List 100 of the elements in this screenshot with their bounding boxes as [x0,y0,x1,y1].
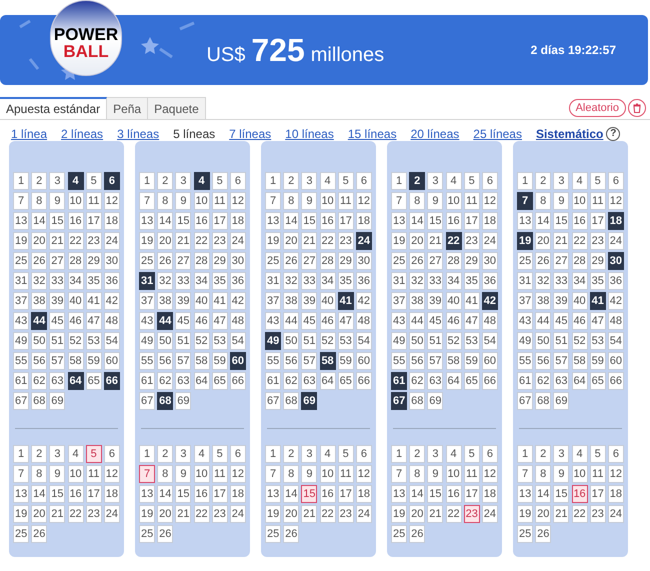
number-cell[interactable]: 12 [230,465,246,483]
line-option[interactable]: 1 línea [11,124,48,142]
number-cell[interactable]: 49 [265,332,282,350]
number-cell[interactable]: 7 [265,192,282,210]
number-cell[interactable]: 64 [194,372,210,390]
number-cell[interactable]: 57 [49,352,66,370]
number-cell[interactable]: 9 [49,465,66,483]
number-cell[interactable]: 2 [283,172,300,190]
number-cell[interactable]: 10 [572,465,588,483]
number-cell[interactable]: 57 [427,352,444,370]
number-cell[interactable]: 39 [553,292,570,310]
number-cell[interactable]: 3 [301,172,318,190]
number-cell[interactable]: 50 [283,332,300,350]
number-cell[interactable]: 19 [517,505,534,523]
number-cell[interactable]: 26 [157,252,174,270]
number-cell[interactable]: 11 [86,192,102,210]
number-cell[interactable]: 16 [572,485,588,503]
number-cell[interactable]: 8 [31,465,48,483]
number-cell[interactable]: 7 [139,192,156,210]
line-option[interactable]: 5 líneas [173,124,216,142]
number-cell[interactable]: 55 [265,352,282,370]
number-cell[interactable]: 67 [139,392,156,410]
number-cell[interactable]: 34 [320,272,336,290]
number-cell[interactable]: 41 [590,292,606,310]
number-cell[interactable]: 61 [13,372,30,390]
number-cell[interactable]: 46 [572,312,588,330]
number-cell[interactable]: 22 [320,505,336,523]
number-cell[interactable]: 12 [104,192,120,210]
number-cell[interactable]: 14 [157,485,174,503]
number-cell[interactable]: 52 [68,332,84,350]
number-cell[interactable]: 22 [194,232,210,250]
number-cell[interactable]: 56 [31,352,48,370]
number-cell[interactable]: 5 [590,445,606,463]
number-cell[interactable]: 17 [464,212,480,230]
number-cell[interactable]: 1 [265,445,282,463]
number-cell[interactable]: 49 [139,332,156,350]
number-cell[interactable]: 62 [283,372,300,390]
number-cell[interactable]: 1 [139,445,156,463]
number-cell[interactable]: 54 [482,332,498,350]
number-cell[interactable]: 15 [427,485,444,503]
number-cell[interactable]: 4 [320,445,336,463]
number-cell[interactable]: 36 [608,272,624,290]
number-cell[interactable]: 26 [31,525,48,543]
number-cell[interactable]: 16 [446,485,462,503]
number-cell[interactable]: 39 [49,292,66,310]
number-cell[interactable]: 18 [608,485,624,503]
number-cell[interactable]: 53 [212,332,228,350]
tab[interactable]: Paquete [148,97,206,119]
number-cell[interactable]: 3 [427,445,444,463]
number-cell[interactable]: 48 [608,312,624,330]
number-cell[interactable]: 25 [139,525,156,543]
number-cell[interactable]: 15 [49,212,66,230]
number-cell[interactable]: 32 [283,272,300,290]
number-cell[interactable]: 24 [104,232,120,250]
number-cell[interactable]: 63 [427,372,444,390]
number-cell[interactable]: 13 [139,212,156,230]
number-cell[interactable]: 37 [391,292,408,310]
number-cell[interactable]: 29 [212,252,228,270]
number-cell[interactable]: 7 [265,465,282,483]
number-cell[interactable]: 5 [338,445,354,463]
number-cell[interactable]: 34 [446,272,462,290]
number-cell[interactable]: 20 [157,232,174,250]
number-cell[interactable]: 49 [391,332,408,350]
line-option[interactable]: 20 líneas [410,124,460,142]
number-cell[interactable]: 45 [427,312,444,330]
number-cell[interactable]: 15 [49,485,66,503]
number-cell[interactable]: 52 [320,332,336,350]
number-cell[interactable]: 34 [194,272,210,290]
number-cell[interactable]: 2 [31,445,48,463]
number-cell[interactable]: 8 [409,465,426,483]
number-cell[interactable]: 36 [230,272,246,290]
number-cell[interactable]: 39 [301,292,318,310]
number-cell[interactable]: 60 [356,352,372,370]
number-cell[interactable]: 48 [482,312,498,330]
number-cell[interactable]: 12 [608,192,624,210]
number-cell[interactable]: 2 [157,172,174,190]
number-cell[interactable]: 6 [482,172,498,190]
number-cell[interactable]: 9 [427,465,444,483]
number-cell[interactable]: 27 [427,252,444,270]
number-cell[interactable]: 30 [230,252,246,270]
number-cell[interactable]: 24 [608,232,624,250]
number-cell[interactable]: 63 [49,372,66,390]
number-cell[interactable]: 18 [104,485,120,503]
number-cell[interactable]: 66 [482,372,498,390]
number-cell[interactable]: 68 [535,392,552,410]
number-cell[interactable]: 18 [482,485,498,503]
number-cell[interactable]: 22 [194,505,210,523]
number-cell[interactable]: 38 [283,292,300,310]
number-cell[interactable]: 61 [391,372,408,390]
number-cell[interactable]: 21 [175,232,192,250]
number-cell[interactable]: 24 [356,505,372,523]
number-cell[interactable]: 68 [157,392,174,410]
number-cell[interactable]: 12 [482,192,498,210]
number-cell[interactable]: 13 [517,485,534,503]
number-cell[interactable]: 1 [139,172,156,190]
number-cell[interactable]: 5 [86,445,102,463]
number-cell[interactable]: 40 [446,292,462,310]
number-cell[interactable]: 7 [517,192,534,210]
number-cell[interactable]: 10 [68,465,84,483]
line-option[interactable]: 7 líneas [229,124,272,142]
